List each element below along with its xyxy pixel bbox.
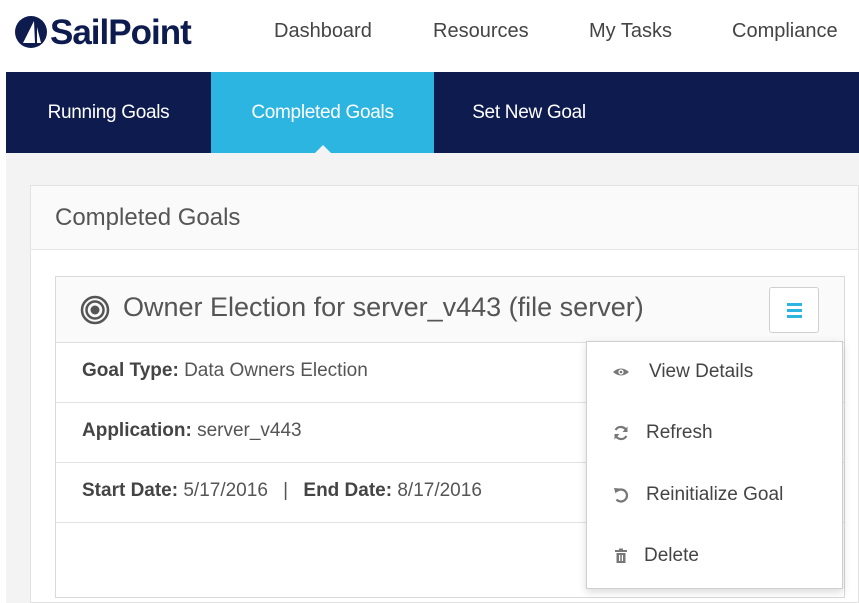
tab-set-new-goal-label: Set New Goal [472,101,586,123]
nav-resources[interactable]: Resources [433,20,529,43]
hamburger-menu-icon [787,303,802,306]
hamburger-menu-icon-line [787,309,802,312]
trash-icon [615,548,627,563]
menu-item-refresh[interactable]: Refresh [587,412,842,456]
menu-item-delete[interactable]: Delete [587,535,842,579]
menu-item-label: Delete [644,545,699,566]
start-date-label: Start Date: [82,480,179,501]
tab-set-new-goal[interactable]: Set New Goal [434,72,624,153]
menu-item-reinitialize-goal[interactable]: Reinitialize Goal [587,474,842,518]
menu-item-label: Reinitialize Goal [646,484,784,505]
goal-type-text: Goal Type: Data Owners Election [82,360,368,382]
undo-icon [614,488,629,503]
goal-actions-dropdown: View Details Refresh Reinitialize Goal D… [586,341,843,589]
nav-my-tasks[interactable]: My Tasks [589,20,672,43]
goal-type-label: Goal Type: [82,360,179,381]
tab-completed-goals[interactable]: Completed Goals [211,72,434,154]
start-date-value: 5/17/2016 [183,480,268,501]
panel-header: Completed Goals [31,186,858,250]
tab-completed-goals-label: Completed Goals [251,101,394,123]
goal-actions-menu-button[interactable] [769,287,819,333]
menu-item-label: View Details [649,361,754,382]
top-header: SailPoint Dashboard Resources My Tasks C… [0,0,859,72]
eye-icon [613,368,629,376]
application-value: server_v443 [197,420,302,441]
goal-card-header: Owner Election for server_v443 (file ser… [56,277,844,343]
sailpoint-logo[interactable]: SailPoint [14,10,192,54]
dates-text: Start Date: 5/17/2016 | End Date: 8/17/2… [82,480,482,502]
application-label: Application: [82,420,192,441]
nav-compliance[interactable]: Compliance [732,20,838,43]
hamburger-menu-icon-line [787,315,802,318]
refresh-icon [614,425,628,441]
target-icon [80,295,110,325]
end-date-label: End Date: [303,480,393,501]
end-date-value: 8/17/2016 [397,480,482,501]
application-text: Application: server_v443 [82,420,302,442]
menu-item-view-details[interactable]: View Details [587,351,842,395]
panel-title: Completed Goals [55,204,241,231]
tab-running-goals[interactable]: Running Goals [6,72,211,153]
goals-subnav: Running Goals Completed Goals Set New Go… [6,72,859,154]
tab-running-goals-label: Running Goals [47,101,170,123]
nav-dashboard[interactable]: Dashboard [274,20,372,43]
brand-name: SailPoint [50,12,192,52]
goal-title: Owner Election for server_v443 (file ser… [123,292,644,322]
menu-item-label: Refresh [646,422,713,443]
goal-type-value: Data Owners Election [184,360,368,381]
sailpoint-logo-icon [15,16,47,48]
date-separator: | [283,480,289,501]
